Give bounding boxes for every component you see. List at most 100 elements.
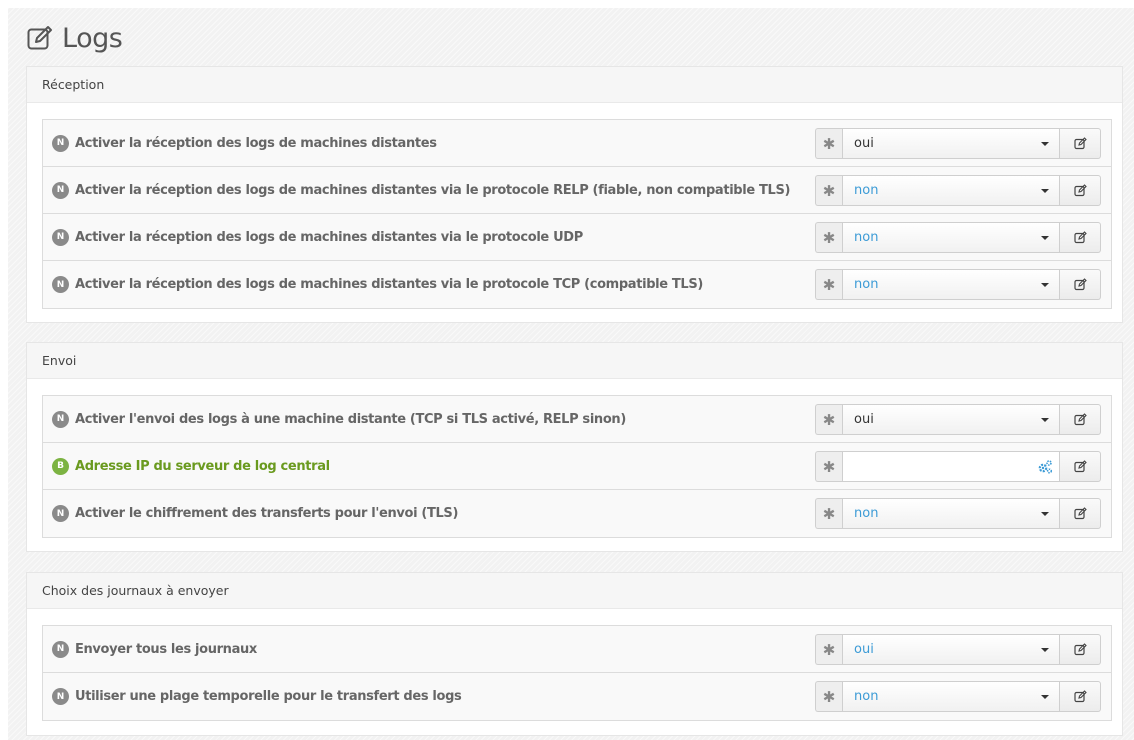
field-label: Adresse IP du serveur de log central [75, 458, 330, 474]
page-title: Logs [26, 20, 123, 56]
edit-icon [1073, 278, 1087, 291]
section-reception: Réception N Activer la réception des log… [26, 66, 1123, 323]
field-control: ✱ non [815, 498, 1101, 529]
field-label: Activer le chiffrement des transferts po… [75, 506, 459, 521]
section-choix-journaux: Choix des journaux à envoyer N Envoyer t… [26, 572, 1123, 736]
edit-icon [26, 24, 54, 52]
field-label: Activer l'envoi des logs à une machine d… [75, 411, 626, 427]
caret-down-icon [1041, 648, 1049, 652]
field-control: ✱ non [815, 681, 1101, 712]
asterisk-icon[interactable]: ✱ [815, 404, 842, 435]
field-control: ✱ oui [815, 128, 1101, 159]
edit-icon [1073, 413, 1087, 426]
section-title: Envoi [27, 343, 1122, 379]
value-select[interactable]: non [842, 498, 1060, 529]
edit-button[interactable] [1060, 175, 1101, 206]
edit-button[interactable] [1060, 269, 1101, 300]
section-title: Choix des journaux à envoyer [27, 573, 1122, 609]
section-title: Réception [27, 67, 1122, 103]
edit-button[interactable] [1060, 498, 1101, 529]
value-select[interactable]: non [842, 681, 1060, 712]
field-row: N Utiliser une plage temporelle pour le … [43, 673, 1111, 720]
edit-icon [1073, 137, 1087, 150]
value-select[interactable]: non [842, 175, 1060, 206]
field-control: ✱ oui [815, 634, 1101, 665]
status-badge: N [52, 410, 69, 428]
gears-icon[interactable] [1037, 459, 1053, 475]
field-row: N Activer la réception des logs de machi… [43, 214, 1111, 261]
field-row: N Activer la réception des logs de machi… [43, 261, 1111, 308]
ip-address-input[interactable] [842, 451, 1060, 482]
status-badge: N [52, 134, 69, 152]
caret-down-icon [1041, 236, 1049, 240]
asterisk-icon[interactable]: ✱ [815, 222, 842, 253]
select-value: non [854, 689, 879, 704]
asterisk-icon[interactable]: ✱ [815, 128, 842, 159]
field-row: B Adresse IP du serveur de log central ✱ [43, 443, 1111, 490]
caret-down-icon [1041, 283, 1049, 287]
caret-down-icon [1041, 142, 1049, 146]
value-select[interactable]: oui [842, 404, 1060, 435]
asterisk-icon[interactable]: ✱ [815, 175, 842, 206]
select-value: non [854, 183, 879, 198]
edit-button[interactable] [1060, 681, 1101, 712]
field-control: ✱ oui [815, 404, 1101, 435]
field-row: N Activer le chiffrement des transferts … [43, 490, 1111, 537]
edit-button[interactable] [1060, 634, 1101, 665]
status-badge: N [52, 228, 69, 246]
field-label: Activer la réception des logs de machine… [75, 229, 583, 245]
field-list: N Activer la réception des logs de machi… [42, 119, 1112, 309]
field-control: ✱ non [815, 175, 1101, 206]
field-list: N Envoyer tous les journaux ✱ oui N Util… [42, 625, 1112, 721]
field-control: ✱ non [815, 269, 1101, 300]
field-row: N Envoyer tous les journaux ✱ oui [43, 626, 1111, 673]
field-row: N Activer la réception des logs de machi… [43, 167, 1111, 214]
select-value: non [854, 506, 879, 521]
edit-icon [1073, 643, 1087, 656]
value-select[interactable]: non [842, 269, 1060, 300]
select-value: oui [854, 642, 874, 657]
status-badge: N [52, 181, 69, 199]
edit-button[interactable] [1060, 404, 1101, 435]
caret-down-icon [1041, 189, 1049, 193]
caret-down-icon [1041, 512, 1049, 516]
section-envoi: Envoi N Activer l'envoi des logs à une m… [26, 342, 1123, 552]
status-badge: N [52, 688, 69, 705]
field-row: N Activer la réception des logs de machi… [43, 120, 1111, 167]
select-value: non [854, 230, 879, 245]
caret-down-icon [1041, 695, 1049, 699]
page-background: Logs Réception N Activer la réception de… [8, 8, 1134, 740]
asterisk-icon[interactable]: ✱ [815, 451, 842, 482]
asterisk-icon[interactable]: ✱ [815, 498, 842, 529]
field-label: Activer la réception des logs de machine… [75, 182, 791, 198]
value-select[interactable]: oui [842, 634, 1060, 665]
field-label: Activer la réception des logs de machine… [75, 277, 703, 292]
edit-icon [1073, 507, 1087, 520]
value-select[interactable]: non [842, 222, 1060, 253]
value-select[interactable]: oui [842, 128, 1060, 159]
field-label: Envoyer tous les journaux [75, 641, 257, 657]
asterisk-icon[interactable]: ✱ [815, 634, 842, 665]
status-badge: N [52, 276, 69, 293]
field-list: N Activer l'envoi des logs à une machine… [42, 395, 1112, 538]
field-row: N Activer l'envoi des logs à une machine… [43, 396, 1111, 443]
edit-button[interactable] [1060, 128, 1101, 159]
edit-button[interactable] [1060, 451, 1101, 482]
status-badge: B [52, 457, 69, 475]
status-badge: N [52, 505, 69, 522]
field-control: ✱ non [815, 222, 1101, 253]
edit-button[interactable] [1060, 222, 1101, 253]
edit-icon [1073, 184, 1087, 197]
field-label: Utiliser une plage temporelle pour le tr… [75, 689, 462, 704]
select-value: non [854, 277, 879, 292]
field-label: Activer la réception des logs de machine… [75, 135, 437, 151]
page-title-text: Logs [62, 22, 123, 54]
status-badge: N [52, 640, 69, 658]
asterisk-icon[interactable]: ✱ [815, 681, 842, 712]
caret-down-icon [1041, 418, 1049, 422]
field-control: ✱ [815, 451, 1101, 482]
select-value: oui [854, 412, 874, 427]
asterisk-icon[interactable]: ✱ [815, 269, 842, 300]
edit-icon [1073, 690, 1087, 703]
edit-icon [1073, 231, 1087, 244]
